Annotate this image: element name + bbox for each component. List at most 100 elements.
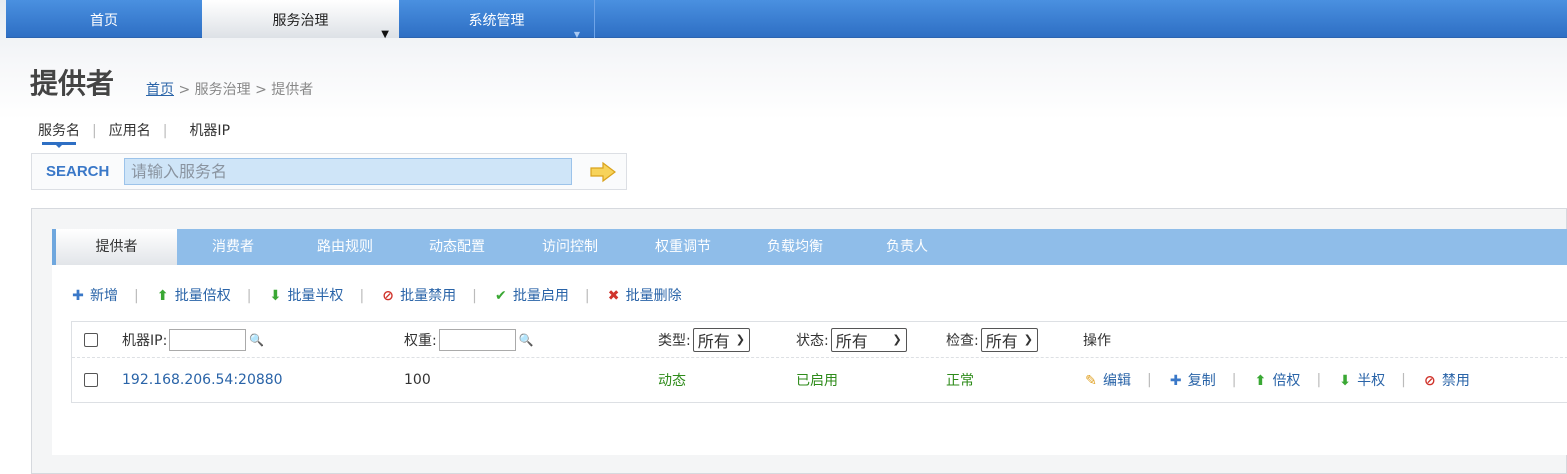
half-weight-button[interactable]: ⬇ 半权 xyxy=(1337,370,1385,390)
caret-down-icon: ▼ xyxy=(381,29,389,40)
breadcrumb-home-link[interactable]: 首页 xyxy=(146,82,174,98)
status-filter-select[interactable]: 所有 ❯ xyxy=(830,327,907,352)
half-weight-label: 半权 xyxy=(1357,373,1386,389)
status-filter-value: 所有 xyxy=(835,331,868,351)
search-type-tabs: 服务名 | 应用名 | 机器IP xyxy=(38,120,230,148)
batch-half-weight-label: 批量半权 xyxy=(287,288,344,304)
caret-down-icon: ▼ xyxy=(573,30,580,39)
divider: | xyxy=(1147,372,1152,388)
check-filter-label: 检查: xyxy=(946,332,979,349)
plus-icon: ✚ xyxy=(72,288,84,304)
ip-filter-label: 机器IP: xyxy=(122,332,168,349)
ip-filter-input[interactable] xyxy=(169,328,247,351)
edit-label: 编辑 xyxy=(1103,373,1131,389)
top-nav: 首页 服务治理 ▼ 系统管理 ▼ xyxy=(6,0,1567,40)
divider: | xyxy=(1316,372,1322,388)
tab-dynamic-config[interactable]: 动态配置 xyxy=(401,229,513,265)
type-filter-cell: 类型: 所有 ❯ xyxy=(658,322,750,357)
main-tab-bar: 提供者 消费者 路由规则 动态配置 访问控制 权重调节 负载均衡 负责人 xyxy=(52,229,1567,265)
batch-delete-button[interactable]: ✖ 批量删除 xyxy=(606,285,682,305)
check-filter-value: 所有 xyxy=(985,331,1018,351)
copy-label: 复制 xyxy=(1187,373,1216,389)
batch-double-weight-button[interactable]: ⬆ 批量倍权 xyxy=(155,285,231,305)
tab-owner[interactable]: 负责人 xyxy=(851,229,963,265)
pencil-icon: ✎ xyxy=(1085,373,1097,389)
batch-delete-label: 批量删除 xyxy=(625,288,682,304)
divider: | xyxy=(1401,372,1406,388)
status-filter-label: 状态: xyxy=(796,332,829,349)
weight-filter-input[interactable] xyxy=(438,328,516,351)
table-row: 192.168.206.54:20880 100 动态 已启用 正常 ✎ 编辑 | ✚… xyxy=(72,358,1567,402)
breadcrumb: 首页 > 服务治理 > 提供者 xyxy=(146,79,313,99)
chevron-down-icon: ❯ xyxy=(892,333,902,346)
batch-double-weight-label: 批量倍权 xyxy=(174,288,231,304)
breadcrumb-path: > 服务治理 > 提供者 xyxy=(174,82,314,98)
divider: | xyxy=(92,123,97,139)
add-label: 新增 xyxy=(90,288,118,304)
status-filter-cell: 状态: 所有 ❯ xyxy=(796,322,907,357)
check-icon: ✔ xyxy=(495,288,507,304)
tab-weight-adjust[interactable]: 权重调节 xyxy=(627,229,739,265)
tab-routing-rules[interactable]: 路由规则 xyxy=(289,229,401,265)
divider: | xyxy=(1231,372,1237,388)
search-tab-machine-ip[interactable]: 机器IP xyxy=(189,123,230,139)
double-weight-label: 倍权 xyxy=(1272,373,1301,389)
search-label: SEARCH xyxy=(46,163,110,180)
provider-status: 已启用 xyxy=(796,373,838,389)
active-tab-pointer xyxy=(55,144,63,148)
divider: | xyxy=(359,288,365,304)
select-all-cell xyxy=(84,322,98,357)
search-icon[interactable]: 🔍 xyxy=(519,333,534,347)
arrow-right-icon[interactable] xyxy=(589,161,617,183)
double-weight-button[interactable]: ⬆ 倍权 xyxy=(1252,370,1301,390)
search-tab-app-name[interactable]: 应用名 xyxy=(109,123,151,139)
tab-load-balance[interactable]: 负载均衡 xyxy=(739,229,851,265)
page-title: 提供者 xyxy=(30,67,115,100)
row-select-cell xyxy=(84,358,98,402)
divider: | xyxy=(246,288,252,304)
divider: | xyxy=(472,288,477,304)
arrow-up-icon: ⬆ xyxy=(156,288,169,304)
batch-disable-label: 批量禁用 xyxy=(400,288,457,304)
arrow-up-icon: ⬆ xyxy=(1254,373,1267,389)
row-checkbox[interactable] xyxy=(84,373,98,387)
type-filter-select[interactable]: 所有 ❯ xyxy=(692,327,750,352)
provider-address-link[interactable]: 192.168.206.54:20880 xyxy=(122,358,283,402)
search-icon[interactable]: 🔍 xyxy=(249,333,264,347)
arrow-down-icon: ⬇ xyxy=(1339,373,1352,389)
nav-service-governance-label: 服务治理 xyxy=(272,13,329,29)
tab-consumers[interactable]: 消费者 xyxy=(177,229,289,265)
search-input[interactable] xyxy=(124,158,572,185)
batch-half-weight-button[interactable]: ⬇ 批量半权 xyxy=(267,285,344,305)
tab-providers[interactable]: 提供者 xyxy=(52,229,177,265)
divider: | xyxy=(162,123,168,139)
arrow-down-icon: ⬇ xyxy=(269,288,282,304)
add-button[interactable]: ✚ 新增 xyxy=(70,285,118,305)
plus-icon: ✚ xyxy=(1169,373,1182,389)
batch-toolbar: ✚ 新增 | ⬆ 批量倍权 | ⬇ 批量半权 | ⊘ 批量禁用 | ✔ 批量启用 | ✖ 批量删除 xyxy=(70,285,682,305)
edit-button[interactable]: ✎ 编辑 xyxy=(1083,370,1131,390)
table-header-row: 机器IP: 🔍 权重: 🔍 类型: 所有 ❯ 状态: 所有 ❯ 检查: 所有 ❯… xyxy=(72,322,1567,358)
disable-button[interactable]: ⊘ 禁用 xyxy=(1422,370,1470,390)
ip-filter-cell: 机器IP: 🔍 xyxy=(122,322,264,357)
check-filter-select[interactable]: 所有 ❯ xyxy=(980,327,1038,352)
tab-access-control[interactable]: 访问控制 xyxy=(513,229,627,265)
weight-filter-cell: 权重: 🔍 xyxy=(404,322,534,357)
row-actions: ✎ 编辑 | ✚ 复制 | ⬆ 倍权 | ⬇ 半权 | ⊘ 禁用 xyxy=(1083,358,1470,402)
copy-button[interactable]: ✚ 复制 xyxy=(1168,370,1216,390)
type-filter-value: 所有 xyxy=(697,331,730,351)
search-tab-service-name[interactable]: 服务名 xyxy=(38,123,80,139)
ban-icon: ⊘ xyxy=(1424,373,1436,389)
nav-system-management-label: 系统管理 xyxy=(468,13,525,29)
divider: | xyxy=(134,288,139,304)
providers-table: 机器IP: 🔍 权重: 🔍 类型: 所有 ❯ 状态: 所有 ❯ 检查: 所有 ❯… xyxy=(71,321,1567,403)
batch-disable-button[interactable]: ⊘ 批量禁用 xyxy=(380,285,456,305)
search-box: SEARCH xyxy=(31,153,627,190)
select-all-checkbox[interactable] xyxy=(84,332,98,347)
provider-check: 正常 xyxy=(946,373,974,389)
batch-enable-button[interactable]: ✔ 批量启用 xyxy=(493,285,569,305)
nav-service-governance[interactable]: 服务治理 ▼ xyxy=(202,0,399,40)
chevron-down-icon: ❯ xyxy=(1023,333,1033,346)
nav-home[interactable]: 首页 xyxy=(6,0,202,38)
nav-system-management[interactable]: 系统管理 ▼ xyxy=(399,0,595,39)
